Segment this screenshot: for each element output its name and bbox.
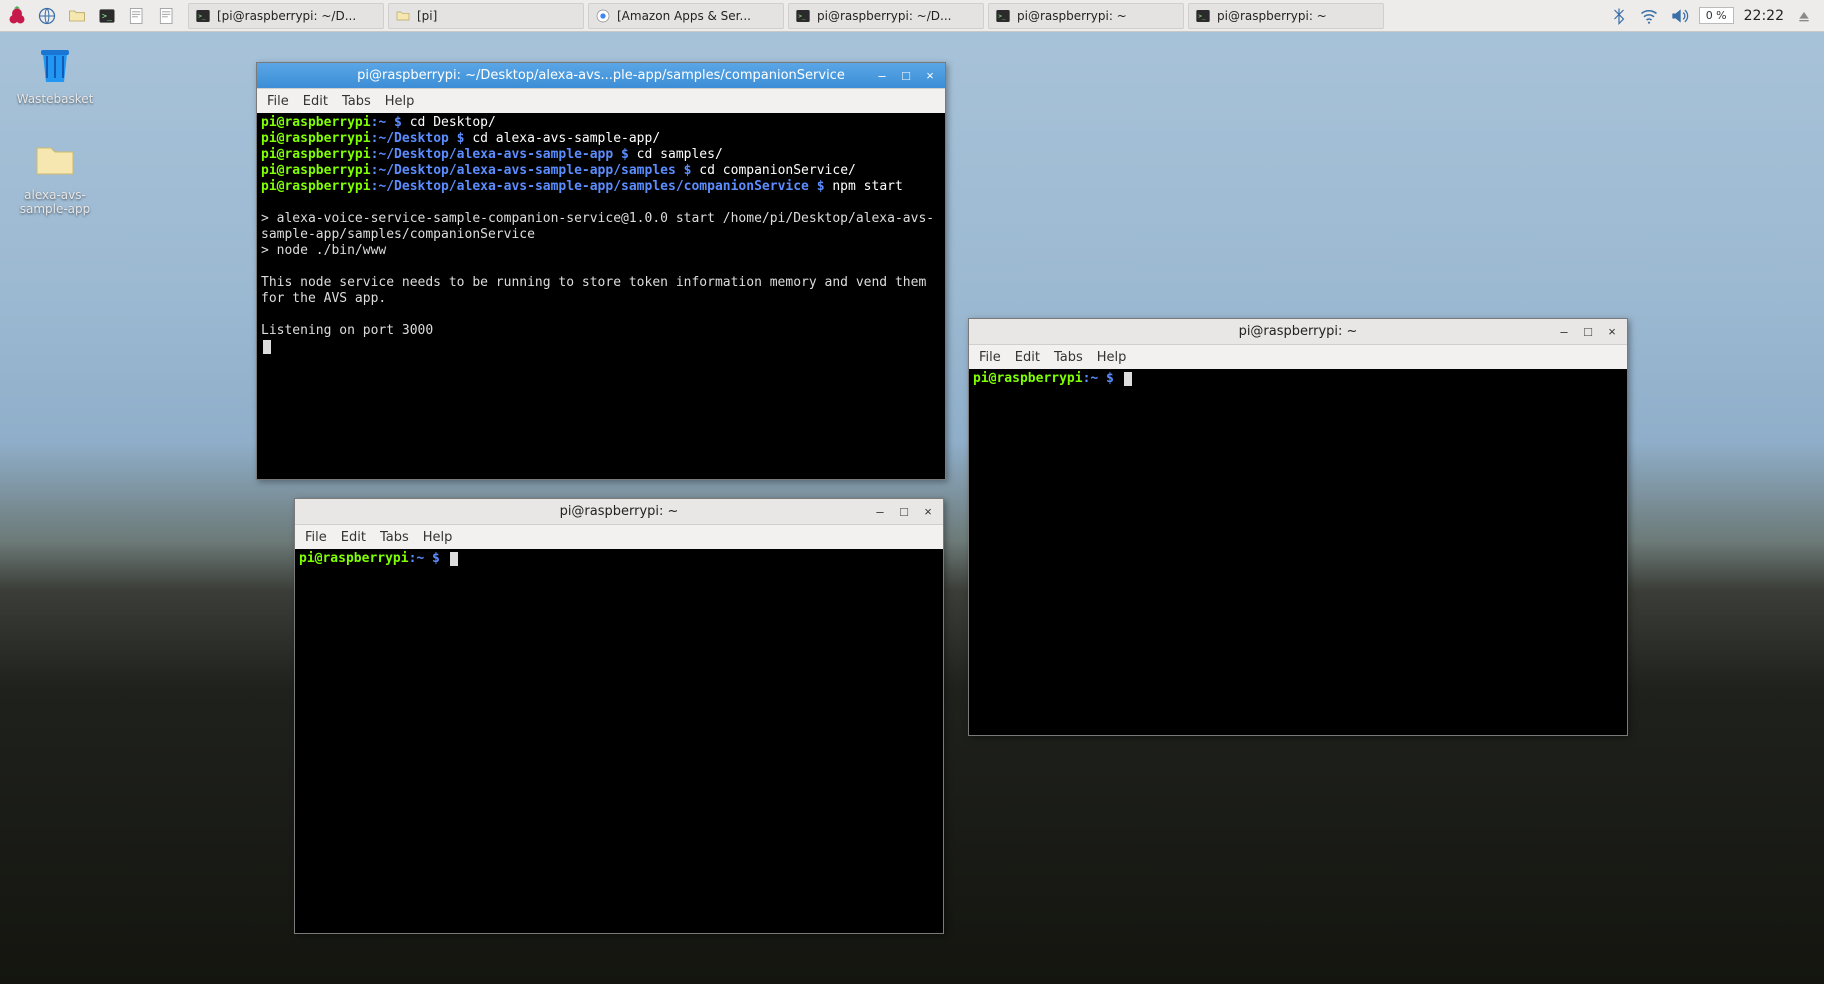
svg-text:>_: >_: [102, 10, 113, 20]
eject-icon[interactable]: [1794, 6, 1814, 26]
task-item[interactable]: >_ pi@raspberrypi: ~: [1188, 3, 1384, 29]
menu-icon[interactable]: [4, 3, 30, 29]
system-tray: 0 % 22:22: [1609, 6, 1820, 26]
menu-edit[interactable]: Edit: [1015, 350, 1040, 365]
task-item[interactable]: >_ pi@raspberrypi: ~: [988, 3, 1184, 29]
task-label: pi@raspberrypi: ~: [1017, 9, 1127, 23]
menu-tabs[interactable]: Tabs: [342, 94, 371, 109]
titlebar[interactable]: pi@raspberrypi: ~ – □ ×: [969, 319, 1627, 345]
menu-help[interactable]: Help: [385, 94, 415, 109]
editor2-icon[interactable]: [154, 3, 180, 29]
svg-text:>_: >_: [798, 13, 806, 20]
window-title: pi@raspberrypi: ~: [1239, 324, 1358, 339]
svg-text:>_: >_: [198, 13, 206, 20]
menu-edit[interactable]: Edit: [341, 530, 366, 545]
svg-text:>_: >_: [998, 13, 1006, 20]
close-button[interactable]: ×: [1601, 323, 1623, 341]
terminal-window-companionservice[interactable]: pi@raspberrypi: ~/Desktop/alexa-avs...pl…: [256, 62, 946, 480]
menubar: File Edit Tabs Help: [257, 89, 945, 113]
minimize-button[interactable]: –: [869, 503, 891, 521]
menu-tabs[interactable]: Tabs: [1054, 350, 1083, 365]
task-label: [Amazon Apps & Ser...: [617, 9, 751, 23]
icon-label: alexa-avs-sample-app: [20, 188, 91, 216]
task-label: [pi]: [417, 9, 437, 23]
minimize-button[interactable]: –: [1553, 323, 1575, 341]
terminal-content[interactable]: pi@raspberrypi:~ $: [969, 369, 1627, 735]
menu-edit[interactable]: Edit: [303, 94, 328, 109]
menu-tabs[interactable]: Tabs: [380, 530, 409, 545]
menu-file[interactable]: File: [979, 350, 1001, 365]
maximize-button[interactable]: □: [895, 67, 917, 85]
task-item[interactable]: [pi]: [388, 3, 584, 29]
clock[interactable]: 22:22: [1744, 8, 1784, 24]
icon-label: Wastebasket: [17, 92, 94, 106]
wifi-icon[interactable]: [1639, 6, 1659, 26]
titlebar[interactable]: pi@raspberrypi: ~ – □ ×: [295, 499, 943, 525]
terminal-icon[interactable]: >_: [94, 3, 120, 29]
terminal-content[interactable]: pi@raspberrypi:~ $: [295, 549, 943, 933]
close-button[interactable]: ×: [917, 503, 939, 521]
launcher-tray: >_: [4, 3, 180, 29]
task-item[interactable]: >_ [pi@raspberrypi: ~/D...: [188, 3, 384, 29]
menubar: File Edit Tabs Help: [969, 345, 1627, 369]
desktop: Wastebasket alexa-avs-sample-app: [10, 40, 100, 216]
menubar: File Edit Tabs Help: [295, 525, 943, 549]
task-label: pi@raspberrypi: ~: [1217, 9, 1327, 23]
close-button[interactable]: ×: [919, 67, 941, 85]
menu-file[interactable]: File: [305, 530, 327, 545]
bluetooth-icon[interactable]: [1609, 6, 1629, 26]
wastebasket-icon[interactable]: Wastebasket: [10, 40, 100, 106]
terminal-window-3[interactable]: pi@raspberrypi: ~ – □ × File Edit Tabs H…: [968, 318, 1628, 736]
menu-file[interactable]: File: [267, 94, 289, 109]
svg-text:>_: >_: [1198, 13, 1206, 20]
web-icon[interactable]: [34, 3, 60, 29]
editor-icon[interactable]: [124, 3, 150, 29]
menu-help[interactable]: Help: [423, 530, 453, 545]
maximize-button[interactable]: □: [1577, 323, 1599, 341]
cpu-meter[interactable]: 0 %: [1699, 7, 1734, 24]
files-icon[interactable]: [64, 3, 90, 29]
folder-icon[interactable]: alexa-avs-sample-app: [10, 136, 100, 216]
terminal-window-2[interactable]: pi@raspberrypi: ~ – □ × File Edit Tabs H…: [294, 498, 944, 934]
terminal-content[interactable]: pi@raspberrypi:~ $ cd Desktop/ pi@raspbe…: [257, 113, 945, 479]
menu-help[interactable]: Help: [1097, 350, 1127, 365]
task-item[interactable]: [Amazon Apps & Ser...: [588, 3, 784, 29]
taskbar: >_ >_ [pi@raspberrypi: ~/D... [pi] [Amaz…: [0, 0, 1824, 32]
task-list: >_ [pi@raspberrypi: ~/D... [pi] [Amazon …: [188, 3, 1609, 29]
task-item[interactable]: >_ pi@raspberrypi: ~/D...: [788, 3, 984, 29]
volume-icon[interactable]: [1669, 6, 1689, 26]
minimize-button[interactable]: –: [871, 67, 893, 85]
maximize-button[interactable]: □: [893, 503, 915, 521]
window-title: pi@raspberrypi: ~/Desktop/alexa-avs...pl…: [357, 68, 845, 83]
task-label: pi@raspberrypi: ~/D...: [817, 9, 951, 23]
task-label: [pi@raspberrypi: ~/D...: [217, 9, 356, 23]
titlebar[interactable]: pi@raspberrypi: ~/Desktop/alexa-avs...pl…: [257, 63, 945, 89]
window-title: pi@raspberrypi: ~: [560, 504, 679, 519]
